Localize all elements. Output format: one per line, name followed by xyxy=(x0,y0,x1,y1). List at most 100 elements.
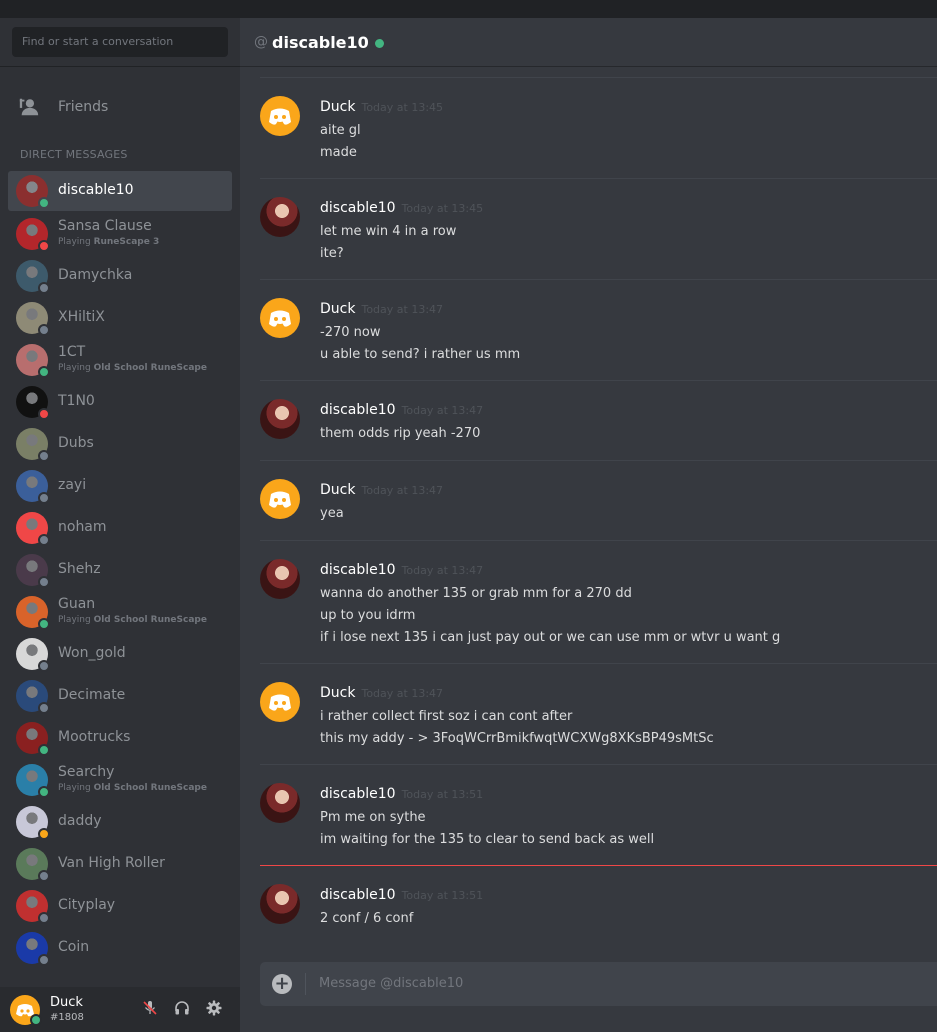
dm-item[interactable]: Mootrucks xyxy=(8,717,232,759)
dm-item[interactable]: Damychka xyxy=(8,255,232,297)
dm-item[interactable]: Van High Roller xyxy=(8,843,232,885)
dm-name: Coin xyxy=(58,939,90,955)
message-avatar[interactable] xyxy=(260,96,300,136)
status-indicator-dnd xyxy=(38,408,50,420)
message-timestamp: Today at 13:47 xyxy=(401,404,484,417)
message-header: Duck Today at 13:47 xyxy=(320,479,443,498)
activity-prefix: Playing xyxy=(58,363,91,373)
message-author[interactable]: Duck xyxy=(320,685,355,701)
status-indicator-offline xyxy=(38,912,50,924)
dm-item[interactable]: 1CT Playing Old School RuneScape xyxy=(8,339,232,381)
message-author[interactable]: discable10 xyxy=(320,887,396,903)
message-group: Duck Today at 13:47 -270 now u able to send… xyxy=(260,279,937,380)
message-line: i rather collect first soz i can cont af… xyxy=(320,709,573,724)
message-body: let me win 4 in a row ite? xyxy=(320,221,456,265)
message-header: discable10 Today at 13:51 xyxy=(320,783,483,802)
dm-item[interactable]: Sansa Clause Playing RuneScape 3 xyxy=(8,213,232,255)
message-author[interactable]: discable10 xyxy=(320,786,396,802)
dm-item[interactable]: Won_gold xyxy=(8,633,232,675)
dm-item[interactable]: zayi xyxy=(8,465,232,507)
message-line: if i lose next 135 i can just pay out or… xyxy=(320,630,781,645)
dm-item[interactable]: Guan Playing Old School RuneScape xyxy=(8,591,232,633)
message-timestamp: Today at 13:47 xyxy=(361,484,444,497)
message-timestamp: Today at 13:51 xyxy=(401,889,484,902)
status-indicator-offline xyxy=(38,702,50,714)
dm-name: Cityplay xyxy=(58,897,116,913)
dm-item[interactable]: discable10 xyxy=(8,171,232,211)
message-avatar[interactable] xyxy=(260,298,300,338)
message-author[interactable]: discable10 xyxy=(320,200,396,216)
headphones-icon[interactable] xyxy=(173,999,191,1017)
composer-divider xyxy=(305,973,306,995)
message-line: ite? xyxy=(320,246,344,261)
message-author[interactable]: Duck xyxy=(320,301,355,317)
message-avatar[interactable] xyxy=(260,682,300,722)
dm-item[interactable]: Cityplay xyxy=(8,885,232,927)
dm-item[interactable]: Searchy Playing Old School RuneScape xyxy=(8,759,232,801)
status-indicator-offline xyxy=(38,660,50,672)
message-avatar[interactable] xyxy=(260,783,300,823)
dm-name: Won_gold xyxy=(58,645,126,661)
chat-area: @ discable10 Duck Today at 13:45 aite gl ma… xyxy=(240,18,937,1032)
message-line: this my addy - > 3FoqWCrrBmikfwqtWCXWg8X… xyxy=(320,731,714,746)
dm-item[interactable]: Decimate xyxy=(8,675,232,717)
message-line: wanna do another 135 or grab mm for a 27… xyxy=(320,586,632,601)
dm-item[interactable]: noham xyxy=(8,507,232,549)
message-group: discable10 Today at 13:47 them odds rip ye… xyxy=(260,380,937,460)
message-author[interactable]: discable10 xyxy=(320,562,396,578)
message-header: Duck Today at 13:45 xyxy=(320,96,443,115)
dm-name: Van High Roller xyxy=(58,855,165,871)
dm-name: XHiltiX xyxy=(58,309,105,325)
dm-item[interactable]: XHiltiX xyxy=(8,297,232,339)
message-header: discable10 Today at 13:51 xyxy=(320,884,483,903)
friends-nav-item[interactable]: Friends xyxy=(8,88,232,126)
message-line: up to you idrm xyxy=(320,608,416,623)
message-group: discable10 Today at 13:45 let me win 4 in … xyxy=(260,178,937,279)
message-timestamp: Today at 13:47 xyxy=(361,687,444,700)
message-header: discable10 Today at 13:47 xyxy=(320,399,483,418)
message-line: Pm me on sythe xyxy=(320,810,426,825)
settings-gear-icon[interactable] xyxy=(205,999,223,1017)
message-avatar[interactable] xyxy=(260,559,300,599)
message-line: u able to send? i rather us mm xyxy=(320,347,521,362)
dm-name: Decimate xyxy=(58,687,126,703)
message-author[interactable]: discable10 xyxy=(320,402,396,418)
sidebar: Find or start a conversation Friends DIR… xyxy=(0,18,240,1032)
message-avatar[interactable] xyxy=(260,197,300,237)
message-line: let me win 4 in a row xyxy=(320,224,457,239)
message-body: aite gl made xyxy=(320,120,361,164)
message-body: 2 conf / 6 conf xyxy=(320,908,413,930)
dm-item[interactable]: Dubs xyxy=(8,423,232,465)
dm-name: discable10 xyxy=(58,182,134,198)
message-avatar[interactable] xyxy=(260,399,300,439)
message-line: -270 now xyxy=(320,325,381,340)
discord-logo-icon xyxy=(269,310,291,327)
dm-item[interactable]: Coin xyxy=(8,927,232,969)
message-avatar[interactable] xyxy=(260,884,300,924)
mute-microphone-icon[interactable] xyxy=(141,999,159,1017)
dm-item[interactable]: T1N0 xyxy=(8,381,232,423)
dm-activity: Playing Old School RuneScape xyxy=(58,363,207,373)
message-composer: + Message @discable10 xyxy=(260,962,937,1006)
message-header: Duck Today at 13:47 xyxy=(320,298,443,317)
discord-logo-icon xyxy=(269,694,291,711)
message-group: Duck Today at 13:47 i rather collect first… xyxy=(260,663,937,764)
dm-item[interactable]: Shehz xyxy=(8,549,232,591)
activity-game: Old School RuneScape xyxy=(93,783,207,793)
dm-name: daddy xyxy=(58,813,102,829)
activity-game: Old School RuneScape xyxy=(93,363,207,373)
search-bar-container: Find or start a conversation xyxy=(0,18,240,67)
message-author[interactable]: Duck xyxy=(320,482,355,498)
message-author[interactable]: Duck xyxy=(320,99,355,115)
dm-name: Dubs xyxy=(58,435,94,451)
search-input[interactable]: Find or start a conversation xyxy=(12,27,228,57)
message-input[interactable]: Message @discable10 xyxy=(319,976,463,991)
message-body: yea xyxy=(320,503,344,525)
status-indicator-online xyxy=(38,786,50,798)
chat-recipient-name[interactable]: discable10 xyxy=(272,33,369,52)
friends-icon xyxy=(19,98,39,116)
status-indicator-offline xyxy=(38,282,50,294)
add-attachment-icon[interactable]: + xyxy=(272,974,292,994)
message-avatar[interactable] xyxy=(260,479,300,519)
dm-item[interactable]: daddy xyxy=(8,801,232,843)
